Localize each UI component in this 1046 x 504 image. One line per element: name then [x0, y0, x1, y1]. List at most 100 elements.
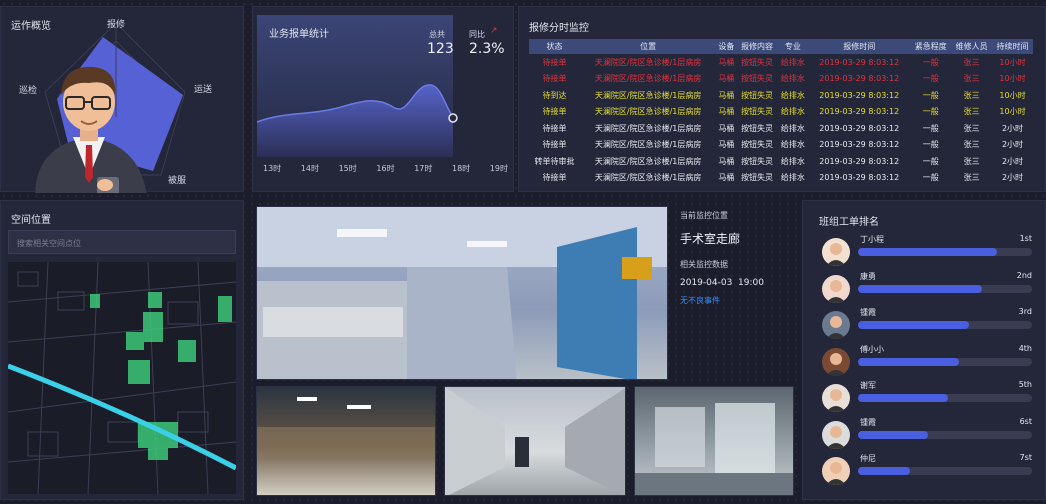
table-cell: 待接单: [542, 107, 567, 117]
table-cell: 一般: [922, 107, 939, 117]
table-cell: 天澜院区/院区急诊楼/1层病房: [594, 57, 702, 67]
ranking-name: 锺霞: [860, 308, 876, 317]
ranking-position: 6st: [1019, 416, 1032, 426]
camera-feed-2[interactable]: [444, 386, 626, 496]
table-cell: 2019-03-29 8:03:12: [819, 140, 900, 150]
table-row[interactable]: 待接单 天澜院区/院区急诊楼/1层病房 马桶 按钮失灵 给排水 2019-03-29 8:…: [529, 120, 1033, 137]
table-cell: 2019-03-29 8:03:12: [819, 123, 900, 133]
space-search-input[interactable]: 搜索相关空间点位: [8, 230, 236, 254]
table-cell: 10小时: [999, 57, 1026, 67]
event-status: 无不良事件: [680, 296, 720, 305]
table-cell: 马桶: [718, 90, 735, 100]
radar-label-repair: 报修: [107, 20, 126, 30]
counter-scene: [635, 403, 793, 495]
table-cell: 10小时: [999, 107, 1026, 117]
column-header: 维修人员: [951, 39, 993, 54]
ranking-item[interactable]: 丁小程 1st: [822, 234, 1034, 270]
ranking-bar-track: [858, 248, 1032, 256]
corridor-scene: [257, 207, 667, 379]
table-cell: 天澜院区/院区急诊楼/1层病房: [594, 90, 702, 100]
table-cell: 张三: [963, 74, 980, 84]
ranking-bar-track: [858, 321, 1032, 329]
ranking-bar-fill: [858, 284, 982, 293]
table-cell: 待接单: [542, 140, 567, 150]
table-cell: 马桶: [718, 156, 735, 166]
table-cell: 张三: [963, 156, 980, 166]
ranking-bar-track: [858, 394, 1032, 402]
table-row[interactable]: 待接单 天澜院区/院区急诊楼/1层病房 马桶 按钮失灵 给排水 2019-03-29 8:…: [529, 71, 1033, 88]
monitor-datetime: 2019-04-03 19:00: [680, 278, 764, 288]
table-row[interactable]: 待接单 天澜院区/院区急诊楼/1层病房 马桶 按钮失灵 给排水 2019-03-29 8:…: [529, 170, 1033, 187]
table-cell: 一般: [922, 90, 939, 100]
column-header: 状态: [529, 39, 581, 54]
series-end-marker: [448, 113, 458, 123]
ranking-item[interactable]: 仲尼 7st: [822, 453, 1034, 489]
ranking-item[interactable]: 谢军 5th: [822, 380, 1034, 416]
avatar: [822, 347, 850, 376]
ranking-item[interactable]: 锺霞 3rd: [822, 307, 1034, 343]
x-tick: 18时: [451, 164, 471, 173]
ranking-position: 5th: [1018, 380, 1032, 389]
table-cell: 天澜院区/院区急诊楼/1层病房: [594, 156, 702, 166]
ranking-item[interactable]: 锺霞 6st: [822, 417, 1034, 453]
x-tick: 16时: [376, 164, 395, 173]
space-title: 空间位置: [11, 215, 51, 226]
ranking-name: 锺霞: [860, 417, 876, 427]
table-cell: 2小时: [1001, 140, 1024, 150]
related-data-label: 相关监控数据: [680, 260, 728, 269]
ranking-position: 4th: [1018, 343, 1032, 353]
monitor-title: 报修分时监控: [529, 23, 589, 34]
yoy-label: 同比: [469, 30, 485, 39]
table-cell: 一般: [922, 123, 939, 133]
ranking-bar-fill: [858, 248, 998, 256]
table-cell: 2019-03-29 8:03:12: [819, 173, 900, 183]
table-cell: 马桶: [718, 74, 735, 84]
overview-panel: 运作概览 报修 运送 被服 巡检: [0, 6, 244, 193]
avatar: [822, 384, 850, 412]
table-cell: 一般: [922, 156, 939, 166]
table-row[interactable]: 待接单 天澜院区/院区急诊楼/1层病房 马桶 按钮失灵 给排水 2019-03-29 8:…: [529, 104, 1033, 121]
ranking-bar-track: [858, 284, 1032, 293]
table-row[interactable]: 待到达 天澜院区/院区急诊楼/1层病房 马桶 按钮失灵 给排水 2019-03-29 8:…: [529, 87, 1033, 104]
camera-feed-1[interactable]: [256, 386, 436, 496]
table-row[interactable]: 待接单 天澜院区/院区急诊楼/1层病房 马桶 按钮失灵 给排水 2019-03-29 8:…: [529, 54, 1033, 71]
table-cell: 按钮失灵: [741, 123, 774, 133]
column-header: 设备: [716, 39, 737, 54]
table-cell: 马桶: [718, 140, 735, 150]
table-cell: 2019-03-29 8:03:12: [819, 90, 900, 100]
table-cell: 2019-03-29 8:03:12: [819, 74, 900, 84]
table-cell: 张三: [963, 123, 980, 133]
table-cell: 给排水: [780, 90, 805, 100]
table-cell: 待接单: [542, 123, 567, 133]
avatar: [822, 457, 850, 485]
avatar: [822, 238, 850, 266]
table-cell: 2019-03-29 8:03:12: [819, 156, 900, 166]
table-cell: 给排水: [780, 156, 805, 166]
ranking-bar-fill: [858, 430, 928, 439]
ranking-position: 3rd: [1018, 307, 1032, 316]
column-header: 报修内容: [736, 39, 778, 54]
current-location-name: 手术室走廊: [680, 232, 741, 246]
hallway-scene: [445, 387, 625, 495]
stats-title: 业务报单统计: [269, 29, 329, 40]
map-view[interactable]: [8, 262, 236, 494]
ranking-item[interactable]: 傅小小 4th: [822, 344, 1034, 380]
table-cell: 给排水: [780, 57, 805, 67]
x-tick: 19时: [489, 164, 508, 173]
ranking-name: 丁小程: [860, 235, 884, 244]
table-cell: 张三: [963, 140, 980, 150]
table-cell: 10小时: [999, 90, 1026, 100]
ranking-bar-track: [858, 430, 1032, 439]
camera-main-feed[interactable]: [256, 206, 668, 380]
table-row[interactable]: 待接单 天澜院区/院区急诊楼/1层病房 马桶 按钮失灵 给排水 2019-03-29 8:…: [529, 137, 1033, 154]
camera-feed-3[interactable]: [634, 386, 794, 496]
table-cell: 张三: [963, 90, 980, 100]
column-header: 紧急程度: [910, 39, 952, 54]
column-header: 专业: [777, 39, 809, 54]
yoy-value: 2.3%: [469, 41, 505, 57]
ranking-item[interactable]: 康勇 2nd: [822, 271, 1034, 307]
table-cell: 2小时: [1001, 173, 1024, 183]
radar-label-linen: 被服: [168, 176, 187, 186]
table-cell: 马桶: [718, 123, 735, 133]
table-row[interactable]: 转单待审批 天澜院区/院区急诊楼/1层病房 马桶 按钮失灵 给排水 2019-03-29 …: [529, 153, 1033, 170]
